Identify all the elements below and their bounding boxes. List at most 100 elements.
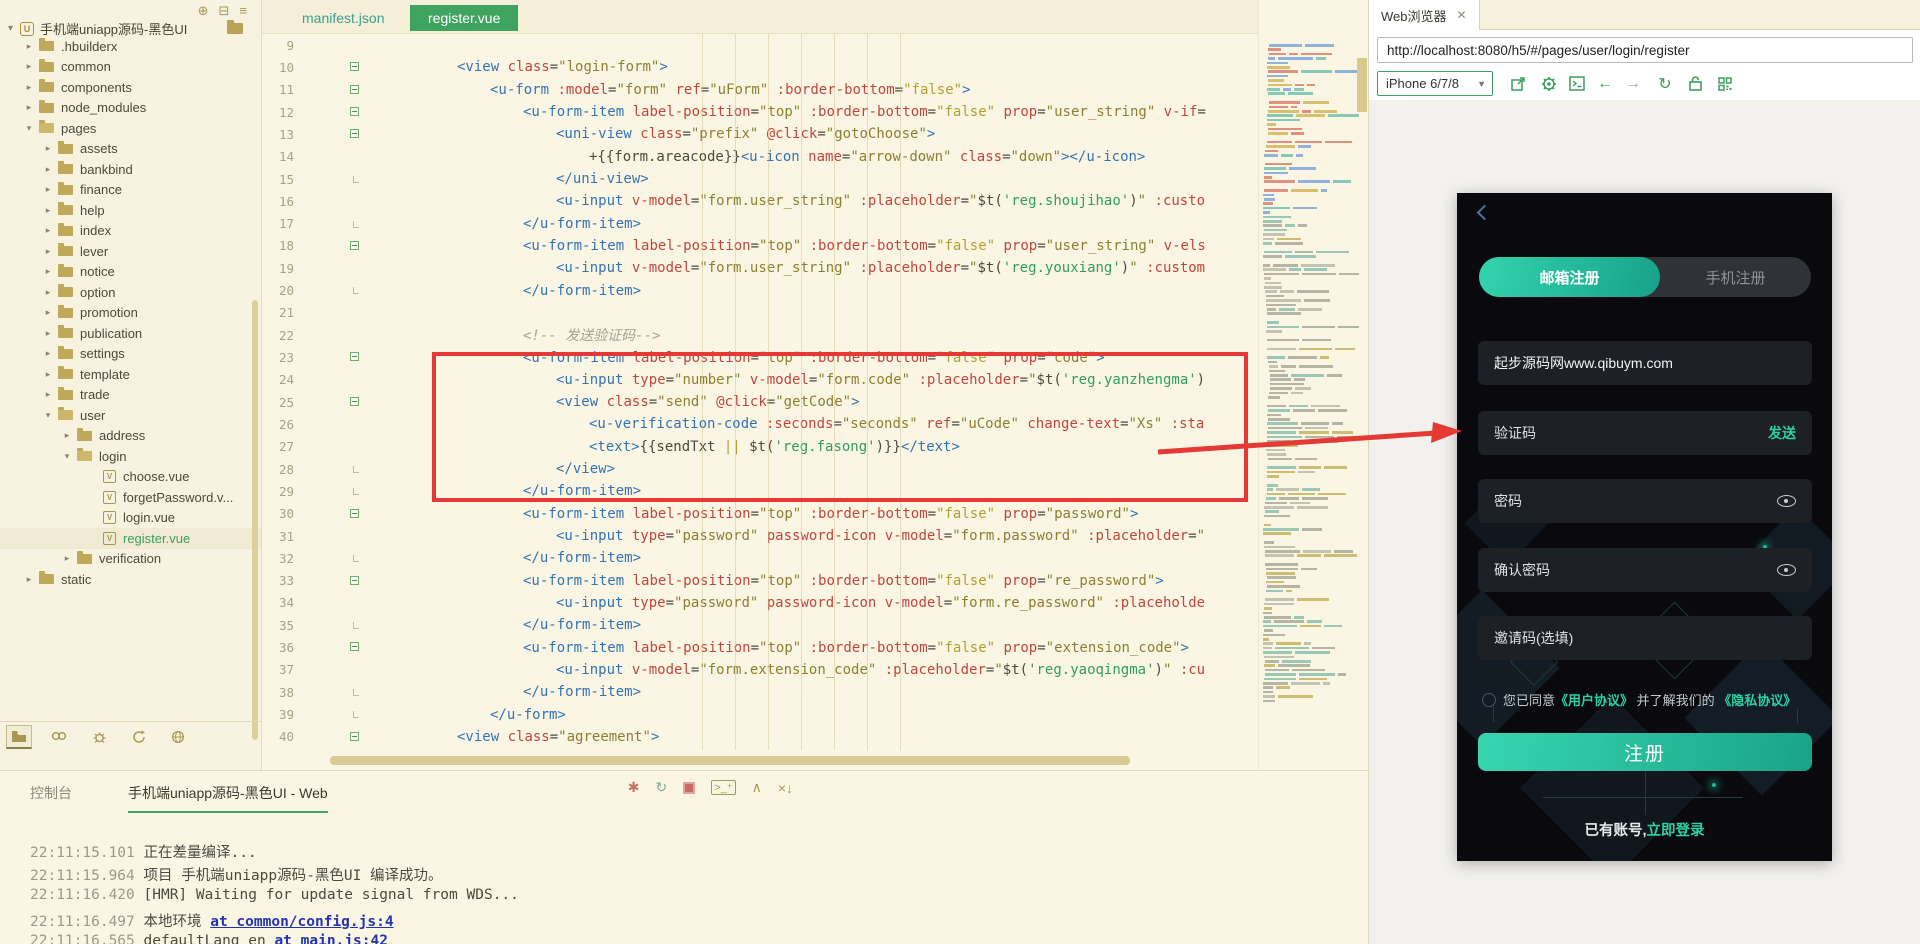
input-field-1[interactable]: 验证码 发送 <box>1478 411 1812 455</box>
collapse-up-icon[interactable]: ∧ <box>752 779 762 796</box>
locate-icon[interactable]: ⊕ <box>198 3 209 19</box>
fold-marker-icon[interactable] <box>298 56 359 78</box>
tree-item-assets[interactable]: ▸ assets <box>0 139 261 160</box>
register-button[interactable]: 注册 <box>1478 733 1812 771</box>
fold-marker-icon[interactable] <box>298 79 359 101</box>
console-source-link[interactable]: at main.js:42 <box>274 933 388 944</box>
terminal-icon[interactable]: >_⁺ <box>711 780 736 795</box>
editor-horizontal-scrollbar[interactable] <box>330 756 1130 765</box>
chevron-right-icon[interactable]: ▸ <box>23 574 35 585</box>
chevron-right-icon[interactable]: ▸ <box>61 553 73 564</box>
fold-marker-icon[interactable] <box>298 503 359 525</box>
chevron-right-icon[interactable]: ▸ <box>42 369 54 380</box>
tree-item-promotion[interactable]: ▸ promotion <box>0 303 261 324</box>
tree-scrollbar[interactable] <box>252 300 258 740</box>
fold-marker-icon[interactable] <box>298 636 359 658</box>
collapse-all-icon[interactable]: ⊟ <box>219 3 230 19</box>
chevron-right-icon[interactable]: ▸ <box>42 246 54 257</box>
restart-icon[interactable]: ↻ <box>655 779 667 796</box>
tab-email-register[interactable]: 邮箱注册 <box>1479 257 1660 297</box>
fold-marker-icon[interactable] <box>298 726 359 748</box>
back-chevron-icon[interactable] <box>1476 204 1493 221</box>
fold-marker-icon[interactable] <box>298 346 359 368</box>
fold-marker-icon[interactable] <box>298 123 359 145</box>
chevron-right-icon[interactable]: ▸ <box>42 205 54 216</box>
back-icon[interactable]: ← <box>1593 71 1617 96</box>
bug-icon[interactable]: ✱ <box>628 779 640 796</box>
tree-item-login-vue[interactable]: Vlogin.vue <box>0 508 261 529</box>
chevron-right-icon[interactable]: ▸ <box>23 61 35 72</box>
chevron-right-icon[interactable]: ▸ <box>42 328 54 339</box>
chevron-right-icon[interactable]: ▸ <box>42 225 54 236</box>
tree-item-components[interactable]: ▸ components <box>0 77 261 98</box>
eye-icon[interactable] <box>1777 564 1796 576</box>
refresh-icon[interactable]: ↻ <box>1653 71 1677 96</box>
console-source-link[interactable]: at common/config.js:4 <box>210 914 393 930</box>
input-field-3[interactable]: 确认密码 <box>1478 548 1812 592</box>
device-selector[interactable]: iPhone 6/7/8 ▼ <box>1377 71 1493 96</box>
tree-item-notice[interactable]: ▸ notice <box>0 262 261 283</box>
web-icon[interactable] <box>166 725 192 749</box>
qrcode-icon[interactable] <box>1713 71 1737 96</box>
tree-item-choose-vue[interactable]: Vchoose.vue <box>0 467 261 488</box>
tree-item-common[interactable]: ▸ common <box>0 57 261 78</box>
search-icon[interactable] <box>46 725 72 749</box>
send-code-button[interactable]: 发送 <box>1768 423 1796 443</box>
chevron-right-icon[interactable]: ▸ <box>23 102 35 113</box>
chevron-down-icon[interactable]: ▾ <box>42 410 54 421</box>
chevron-right-icon[interactable]: ▸ <box>23 82 35 93</box>
url-input[interactable]: http://localhost:8080/h5/#/pages/user/lo… <box>1377 37 1913 63</box>
gear-icon[interactable] <box>1537 71 1561 96</box>
chevron-right-icon[interactable]: ▸ <box>42 348 54 359</box>
debug-icon[interactable] <box>86 725 112 749</box>
tree-item-user[interactable]: ▾ user <box>0 405 261 426</box>
input-field-4[interactable]: 邀请码(选填) <box>1478 616 1812 660</box>
eye-icon[interactable] <box>1777 495 1796 507</box>
chevron-right-icon[interactable]: ▸ <box>42 287 54 298</box>
chevron-right-icon[interactable]: ▸ <box>42 143 54 154</box>
chevron-right-icon[interactable]: ▸ <box>42 164 54 175</box>
tree-item-finance[interactable]: ▸ finance <box>0 180 261 201</box>
chevron-down-icon[interactable]: ▾ <box>23 123 35 134</box>
tree-item-template[interactable]: ▸ template <box>0 364 261 385</box>
tree-item-pages[interactable]: ▾ pages <box>0 118 261 139</box>
input-field-2[interactable]: 密码 <box>1478 479 1812 523</box>
tab-phone-register[interactable]: 手机注册 <box>1660 257 1811 297</box>
chevron-right-icon[interactable]: ▸ <box>23 41 35 52</box>
tree-item-publication[interactable]: ▸ publication <box>0 323 261 344</box>
lock-icon[interactable] <box>1683 71 1707 96</box>
tree-item-bankbind[interactable]: ▸ bankbind <box>0 159 261 180</box>
fold-marker-icon[interactable] <box>298 570 359 592</box>
tree-item-register-vue[interactable]: Vregister.vue <box>0 528 261 549</box>
menu-icon[interactable]: ≡ <box>239 3 247 19</box>
tab-register-vue[interactable]: register.vue <box>410 5 519 31</box>
refresh-icon[interactable] <box>126 725 152 749</box>
editor-vertical-scrollbar[interactable] <box>1357 58 1367 112</box>
browser-tab[interactable]: Web浏览器 ✕ <box>1369 0 1480 30</box>
tree-item-node-modules[interactable]: ▸ node_modules <box>0 98 261 119</box>
tree-item-help[interactable]: ▸ help <box>0 200 261 221</box>
folder-icon[interactable] <box>227 20 243 34</box>
files-icon[interactable] <box>6 725 32 749</box>
forward-icon[interactable]: → <box>1621 71 1645 96</box>
tree-item-trade[interactable]: ▸ trade <box>0 385 261 406</box>
close-icon[interactable]: ✕ <box>1457 8 1467 22</box>
login-now-link[interactable]: 立即登录 <box>1647 823 1705 839</box>
tree-item--hbuilderx[interactable]: ▸ .hbuilderx <box>0 36 261 57</box>
stop-icon[interactable] <box>683 781 696 794</box>
chevron-right-icon[interactable]: ▸ <box>42 184 54 195</box>
user-agreement-link[interactable]: 《用户协议》 <box>1555 693 1633 708</box>
privacy-agreement-link[interactable]: 《隐私协议》 <box>1718 693 1796 708</box>
tree-item-settings[interactable]: ▸ settings <box>0 344 261 365</box>
code-editor[interactable]: 9 10 <view class="login-form"> 11 <u-form :m… <box>262 34 1258 770</box>
fold-marker-icon[interactable] <box>298 235 359 257</box>
tree-item-index[interactable]: ▸ index <box>0 221 261 242</box>
clear-icon[interactable]: ×↓ <box>778 780 793 796</box>
tree-item-address[interactable]: ▸ address <box>0 426 261 447</box>
tree-item-lever[interactable]: ▸ lever <box>0 241 261 262</box>
chevron-right-icon[interactable]: ▸ <box>42 389 54 400</box>
tree-item-forgetpassword-v-[interactable]: VforgetPassword.v... <box>0 487 261 508</box>
tree-item-option[interactable]: ▸ option <box>0 282 261 303</box>
chevron-down-icon[interactable]: ▾ <box>61 451 73 462</box>
tree-item-login[interactable]: ▾ login <box>0 446 261 467</box>
